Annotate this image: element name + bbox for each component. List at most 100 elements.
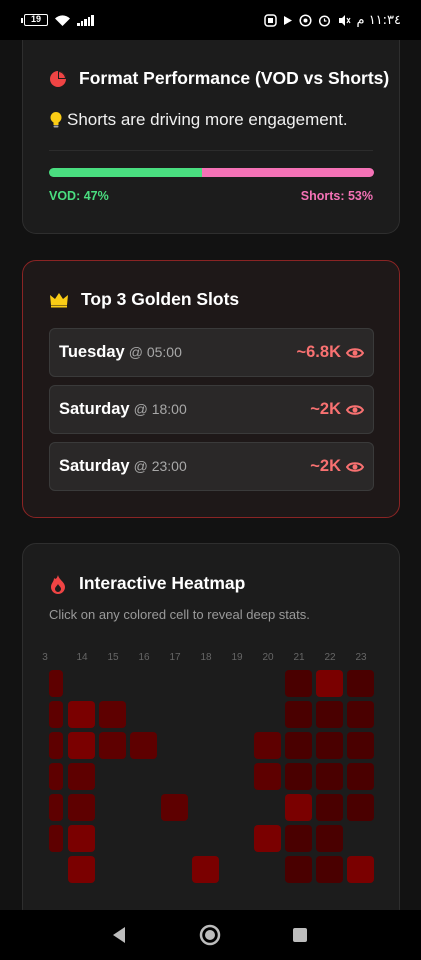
shorts-share-bar	[201, 168, 374, 177]
slot-views: ~6.8K	[296, 343, 364, 362]
heatmap-cell[interactable]	[316, 825, 343, 852]
hour-label: 14	[76, 652, 88, 663]
slot-day: Tuesday	[59, 343, 125, 361]
hour-label: 23	[355, 652, 367, 663]
mute-icon	[337, 14, 351, 27]
slot-views: ~2K	[310, 400, 364, 419]
heatmap-title-text: Interactive Heatmap	[79, 573, 246, 593]
slot-when: Tuesday @ 05:00	[59, 343, 182, 362]
heatmap-cell[interactable]	[316, 732, 343, 759]
wifi-icon	[54, 14, 71, 27]
heatmap-cell[interactable]	[68, 732, 95, 759]
heatmap-cell[interactable]	[347, 763, 374, 790]
heatmap-cell[interactable]	[130, 732, 157, 759]
slot-views-value: ~2K	[310, 457, 341, 475]
heatmap-cell[interactable]	[49, 763, 63, 790]
hour-label: 18	[200, 652, 212, 663]
alarm-icon	[318, 14, 331, 27]
clock: ١١:٣٤ م	[356, 12, 402, 28]
heatmap-cell[interactable]	[49, 701, 63, 728]
heatmap-cell[interactable]	[347, 732, 374, 759]
heatmap-cell[interactable]	[192, 856, 219, 883]
heatmap-cell[interactable]	[49, 825, 63, 852]
heatmap-cell[interactable]	[49, 732, 63, 759]
slot-time: @ 05:00	[128, 344, 182, 360]
heatmap-cell[interactable]	[316, 670, 343, 697]
eye-icon	[346, 347, 364, 359]
heatmap-cell[interactable]	[316, 794, 343, 821]
crown-icon	[49, 292, 69, 308]
slot-when: Saturday @ 18:00	[59, 400, 187, 419]
heatmap-subtitle: Click on any colored cell to reveal deep…	[49, 607, 310, 622]
battery-icon: 19	[21, 14, 48, 26]
recents-button[interactable]	[289, 924, 311, 946]
hour-label: 21	[293, 652, 305, 663]
format-performance-card: Format Performance (VOD vs Shorts) Short…	[22, 40, 400, 234]
heatmap-cell[interactable]	[49, 794, 63, 821]
hour-label: 15	[107, 652, 119, 663]
heatmap-cell[interactable]	[347, 701, 374, 728]
slot-views-value: ~6.8K	[296, 343, 342, 361]
heatmap-cell[interactable]	[68, 701, 95, 728]
hour-label: 19	[231, 652, 243, 663]
fire-icon	[49, 574, 67, 594]
format-performance-title-text: Format Performance (VOD vs Shorts)	[79, 68, 390, 88]
format-insight-text: Shorts are driving more engagement.	[67, 110, 348, 129]
format-insight: Shorts are driving more engagement.	[49, 110, 348, 130]
slot-time: @ 18:00	[133, 401, 187, 417]
heatmap-cell[interactable]	[99, 701, 126, 728]
system-nav-bar	[0, 910, 421, 960]
heatmap-cell[interactable]	[285, 670, 312, 697]
hour-label: 16	[138, 652, 150, 663]
slot-views-value: ~2K	[310, 400, 341, 418]
heatmap-cell[interactable]	[285, 825, 312, 852]
heatmap-cell[interactable]	[99, 732, 126, 759]
pie-chart-icon	[49, 70, 67, 88]
heatmap-cell[interactable]	[347, 856, 374, 883]
divider	[49, 150, 373, 151]
vod-share-bar	[49, 168, 202, 177]
heatmap-cell[interactable]	[285, 794, 312, 821]
format-split-bar	[49, 168, 374, 177]
golden-slots-title: Top 3 Golden Slots	[49, 289, 239, 310]
heatmap-cell[interactable]	[285, 856, 312, 883]
heatmap-cell[interactable]	[68, 794, 95, 821]
heatmap-cell[interactable]	[254, 763, 281, 790]
heatmap-cell[interactable]	[285, 701, 312, 728]
lightbulb-icon	[49, 111, 63, 129]
heatmap-cell[interactable]	[68, 825, 95, 852]
hour-label: 22	[324, 652, 336, 663]
eye-icon	[346, 461, 364, 473]
hour-label: 20	[262, 652, 274, 663]
heatmap-cell[interactable]	[347, 794, 374, 821]
hour-label: 17	[169, 652, 181, 663]
golden-slot-row[interactable]: Saturday @ 23:00 ~2K	[49, 442, 374, 491]
vod-percent-label: VOD: 47%	[49, 189, 109, 203]
golden-slots-title-text: Top 3 Golden Slots	[81, 289, 240, 309]
cast-icon	[263, 13, 277, 27]
heatmap-cell[interactable]	[254, 732, 281, 759]
home-button[interactable]	[199, 924, 221, 946]
whatsapp-icon	[298, 13, 312, 27]
back-button[interactable]	[108, 924, 130, 946]
golden-slot-row[interactable]: Tuesday @ 05:00 ~6.8K	[49, 328, 374, 377]
heatmap-cell[interactable]	[316, 856, 343, 883]
heatmap-cell[interactable]	[254, 825, 281, 852]
slot-day: Saturday	[59, 457, 130, 475]
heatmap-cell[interactable]	[285, 763, 312, 790]
eye-icon	[346, 404, 364, 416]
heatmap-cell[interactable]	[316, 763, 343, 790]
heatmap-cell[interactable]	[49, 670, 63, 697]
shorts-percent-label: Shorts: 53%	[300, 189, 373, 203]
heatmap-title: Interactive Heatmap	[49, 573, 245, 594]
heatmap-cell[interactable]	[347, 670, 374, 697]
golden-slot-row[interactable]: Saturday @ 18:00 ~2K	[49, 385, 374, 434]
status-bar: 19 ١١:٣٤ م	[0, 0, 421, 40]
heatmap-cell[interactable]	[161, 794, 188, 821]
heatmap-cell[interactable]	[285, 732, 312, 759]
heatmap-cell[interactable]	[68, 856, 95, 883]
format-performance-title: Format Performance (VOD vs Shorts)	[49, 68, 389, 89]
heatmap-cell[interactable]	[68, 763, 95, 790]
slot-when: Saturday @ 23:00	[59, 457, 187, 476]
heatmap-cell[interactable]	[316, 701, 343, 728]
